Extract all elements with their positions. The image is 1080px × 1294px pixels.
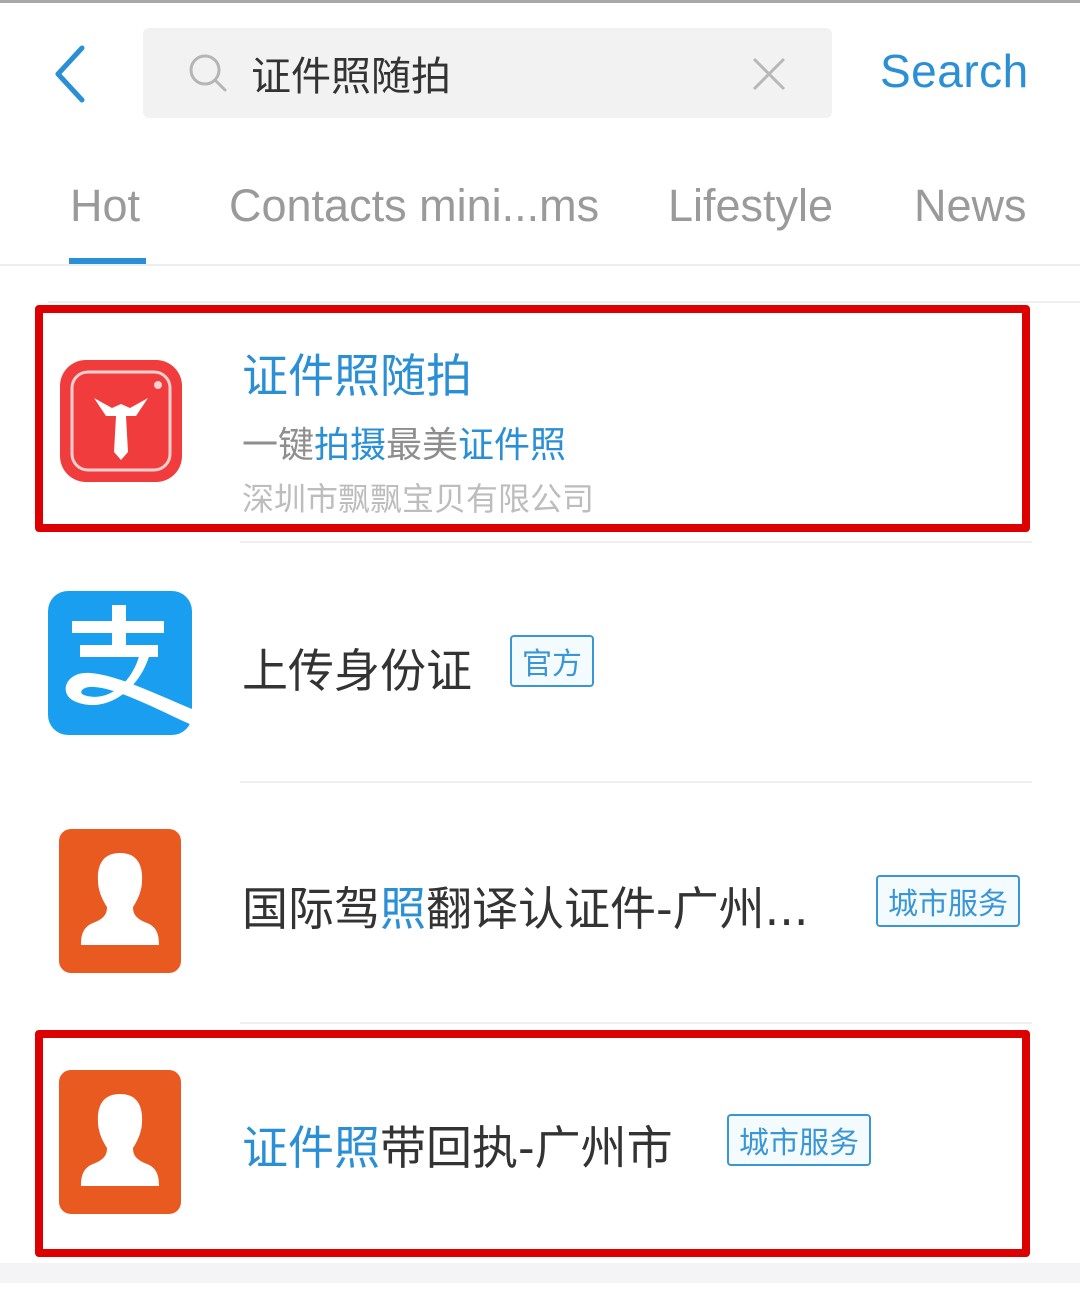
tab-news[interactable]: News xyxy=(914,180,1027,232)
result-title: 证件照随拍 xyxy=(242,340,472,406)
official-badge: 官方 xyxy=(510,635,594,687)
title-part: 上传身份证 xyxy=(242,644,472,698)
result-title: 国际驾照翻译认证件-广州... xyxy=(242,873,808,939)
result-item-upload-id-card[interactable]: 上传身份证 官方 xyxy=(0,545,1080,781)
search-input[interactable] xyxy=(251,42,731,104)
alipay-icon xyxy=(48,591,192,735)
search-button[interactable]: Search xyxy=(880,44,1029,98)
bottom-band xyxy=(0,1263,1080,1283)
result-description: 一键拍摄最美证件照 xyxy=(242,416,566,468)
back-button[interactable] xyxy=(44,40,100,108)
city-service-badge: 城市服务 xyxy=(876,875,1020,927)
tab-lifestyle[interactable]: Lifestyle xyxy=(668,180,833,232)
tie-camera-app-icon xyxy=(60,360,182,482)
result-item-zhengjianzhao-suipai[interactable]: 证件照随拍 一键拍摄最美证件照 深圳市飘飘宝贝有限公司 xyxy=(0,310,1080,540)
chevron-left-icon xyxy=(55,45,85,103)
result-item-id-photo-receipt[interactable]: 证件照带回执-广州市 城市服务 xyxy=(0,1026,1080,1258)
close-icon xyxy=(752,57,786,91)
title-part: 翻译认证件-广州... xyxy=(426,882,809,936)
top-rule xyxy=(0,0,1080,3)
divider xyxy=(240,541,1032,543)
result-title: 证件照带回执-广州市 xyxy=(242,1112,673,1178)
title-part: 带回执-广州市 xyxy=(380,1121,673,1175)
tab-hot[interactable]: Hot xyxy=(70,180,140,232)
result-company: 深圳市飘飘宝贝有限公司 xyxy=(242,480,595,518)
category-tabs: Hot Contacts mini...ms Lifestyle News xyxy=(0,150,1080,266)
title-part: 国际驾 xyxy=(242,882,380,936)
title-highlight: 照 xyxy=(380,882,426,936)
search-box[interactable] xyxy=(143,28,832,118)
desc-highlight: 证件照 xyxy=(458,425,567,466)
active-tab-indicator xyxy=(69,258,146,264)
title-highlight: 证件照随拍 xyxy=(242,349,472,403)
person-silhouette-icon xyxy=(59,829,181,973)
title-highlight: 证件照 xyxy=(242,1121,380,1175)
desc-highlight: 拍摄 xyxy=(314,425,387,466)
result-title: 上传身份证 xyxy=(242,635,472,701)
divider xyxy=(48,301,1080,303)
tab-contacts-mini-programs[interactable]: Contacts mini...ms xyxy=(229,180,599,232)
desc-part: 一键 xyxy=(242,425,315,466)
city-service-badge: 城市服务 xyxy=(727,1114,871,1166)
clear-search-button[interactable] xyxy=(749,54,789,94)
divider xyxy=(240,1022,1032,1024)
person-silhouette-icon xyxy=(59,1070,181,1214)
divider xyxy=(240,781,1032,783)
desc-part: 最美 xyxy=(386,425,459,466)
search-icon xyxy=(189,54,227,92)
result-item-international-license[interactable]: 国际驾照翻译认证件-广州... 城市服务 xyxy=(0,785,1080,1021)
